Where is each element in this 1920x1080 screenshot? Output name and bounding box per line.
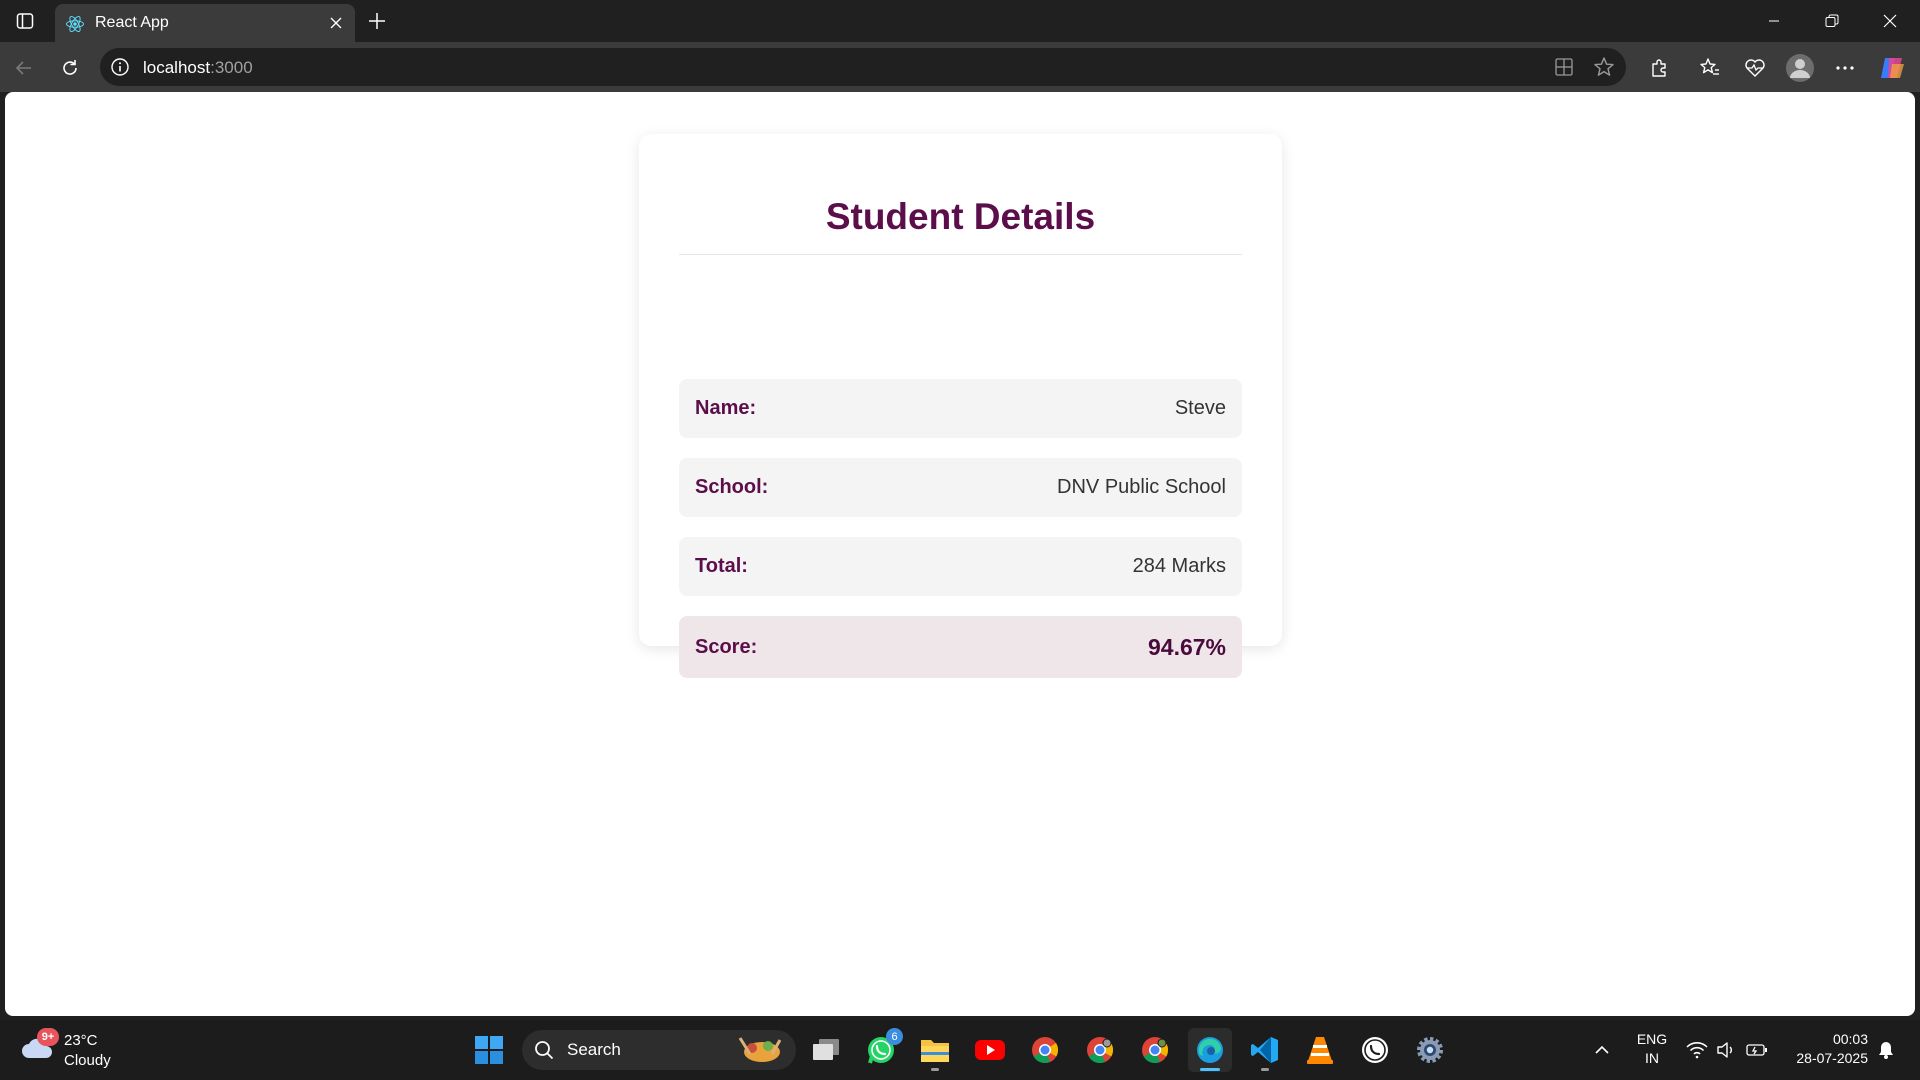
wifi-icon[interactable] [1685,1038,1709,1062]
close-icon[interactable] [325,12,347,34]
browser-tab[interactable]: React App [55,4,355,42]
notification-bell-icon[interactable] [1874,1038,1898,1062]
taskbar-search[interactable]: Search [522,1030,796,1070]
start-icon[interactable] [467,1028,511,1072]
search-highlight-icon [732,1034,788,1066]
whatsapp-icon[interactable]: 6 [859,1028,903,1072]
page-title: Student Details [679,196,1242,255]
window-close-icon[interactable] [1862,0,1918,42]
star-icon[interactable] [1592,55,1616,79]
plus-icon[interactable] [362,6,392,36]
search-placeholder: Search [567,1040,621,1059]
tab-title: React App [95,14,169,31]
copilot-icon[interactable] [1876,52,1908,84]
notification-badge: 6 [886,1028,903,1045]
clock-time: 00:03 [1832,1031,1868,1047]
running-indicator [1261,1068,1269,1071]
minimize-icon[interactable] [1746,0,1802,42]
heart-pulse-icon[interactable] [1739,52,1771,84]
detail-value: 284 Marks [1132,555,1226,577]
detail-row-school: School: DNV Public School [679,458,1242,517]
student-details-card: Student Details Name: Steve School: DNV … [639,134,1282,678]
detail-value: DNV Public School [1057,476,1226,498]
file-explorer-icon[interactable] [913,1028,957,1072]
detail-label: Total: [695,555,748,577]
browser-tab-bar: React App [0,0,1920,42]
detail-row-name: Name: Steve [679,379,1242,438]
vlc-icon[interactable] [1298,1028,1342,1072]
settings-icon[interactable] [1408,1028,1452,1072]
score-value: 94.67% [1147,633,1226,660]
weather-condition: Cloudy [64,1052,111,1069]
detail-row-total: Total: 284 Marks [679,537,1242,596]
task-view-icon[interactable] [804,1028,848,1072]
region-code: IN [1645,1050,1659,1066]
reload-icon[interactable] [54,52,86,84]
browser-toolbar: localhost:3000 [0,42,1920,92]
language-indicator[interactable]: ENG IN [1634,1030,1670,1068]
avatar-icon[interactable] [1784,52,1816,84]
tab-actions-icon[interactable] [10,6,40,36]
restore-icon[interactable] [1804,0,1860,42]
detail-value: Steve [1174,397,1226,419]
detail-row-score: Score: 94.67% [679,616,1242,678]
clock-date: 28-07-2025 [1796,1050,1868,1066]
favorites-icon[interactable] [1694,52,1726,84]
detail-label: Score: [695,635,758,658]
youtube-icon[interactable] [968,1028,1012,1072]
edge-icon[interactable] [1188,1028,1232,1072]
battery-icon[interactable] [1745,1038,1769,1062]
chrome-icon[interactable] [1023,1028,1067,1072]
language-code: ENG [1636,1031,1668,1047]
react-icon [65,14,85,34]
url-text[interactable]: localhost:3000 [143,58,253,78]
page-viewport: Student Details Name: Steve School: DNV … [5,92,1915,1016]
taskbar: 9+ 23°C Cloudy Search 6 ENG IN 00:03 28-… [0,1020,1920,1080]
address-bar[interactable]: localhost:3000 [100,48,1626,86]
info-icon[interactable] [110,57,130,77]
whatsapp-icon[interactable] [1353,1028,1397,1072]
apps-icon[interactable] [1552,55,1576,79]
detail-label: School: [695,476,769,498]
chevron-up-icon[interactable] [1590,1038,1614,1062]
weather-widget[interactable]: 9+ 23°C Cloudy [20,1028,140,1072]
system-clock[interactable]: 00:03 28-07-2025 [1778,1030,1868,1068]
weather-badge: 9+ [37,1028,59,1046]
running-indicator [1200,1068,1220,1071]
vscode-icon[interactable] [1243,1028,1287,1072]
more-icon[interactable] [1829,52,1861,84]
puzzle-icon[interactable] [1643,52,1675,84]
running-indicator [931,1068,939,1071]
chrome-icon[interactable] [1133,1028,1177,1072]
volume-icon[interactable] [1714,1038,1738,1062]
search-icon [534,1040,554,1060]
chrome-icon[interactable] [1078,1028,1122,1072]
detail-label: Name: [695,397,757,419]
weather-temp: 23°C [64,1032,98,1049]
back-arrow-icon[interactable] [8,52,40,84]
